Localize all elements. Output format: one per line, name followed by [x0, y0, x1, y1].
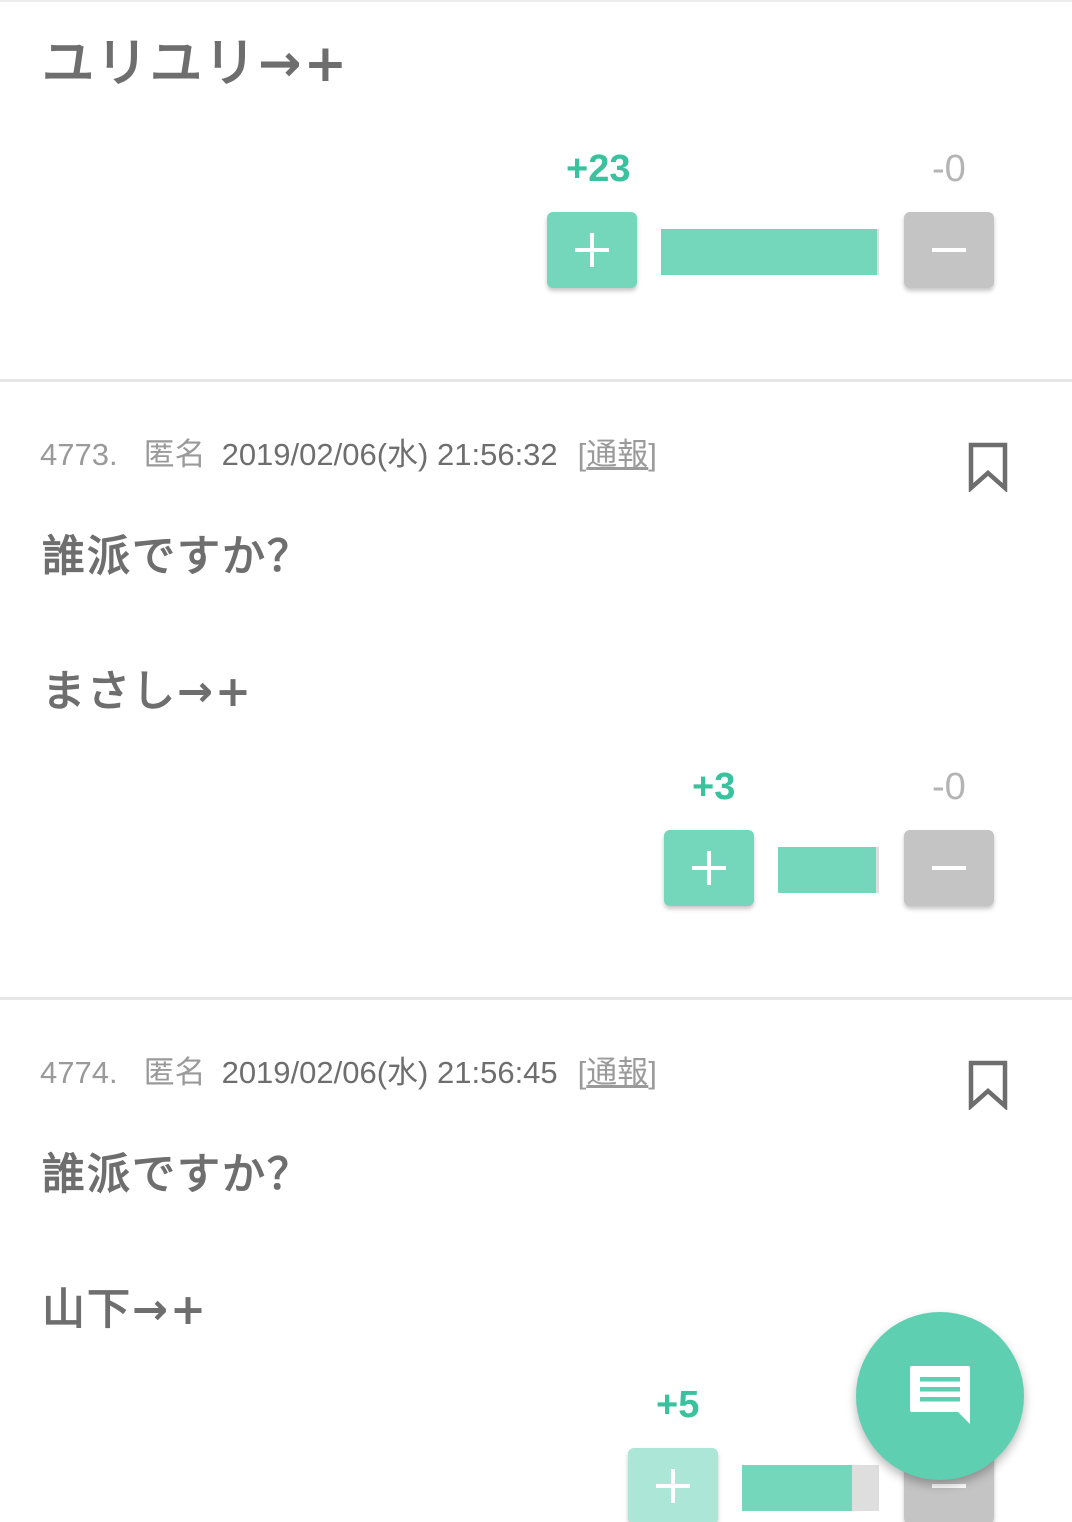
report-link[interactable]: [通報]	[578, 1053, 657, 1093]
comment-author: 匿名	[143, 1055, 206, 1090]
minus-icon	[932, 233, 966, 267]
vote-ratio-fill	[742, 1465, 852, 1511]
vote-ratio-bar	[661, 229, 879, 275]
plus-vote-button[interactable]	[664, 830, 754, 906]
vote-ratio-fill	[778, 847, 876, 893]
plus-icon	[692, 851, 726, 885]
minus-icon	[932, 851, 966, 885]
top-divider	[0, 0, 1072, 2]
comment-number: 4773.	[40, 437, 118, 472]
chat-icon	[910, 1366, 970, 1424]
plus-vote-button[interactable]	[547, 212, 637, 288]
comment-datetime: 2019/02/06(水) 21:56:45	[221, 1055, 558, 1090]
comment-body-line: 誰派ですか？	[42, 1150, 312, 1200]
plus-count: +5	[656, 1384, 700, 1426]
comment-datetime: 2019/02/06(水) 21:56:32	[221, 437, 558, 472]
comment-divider	[0, 997, 1072, 1000]
plus-count: +23	[566, 148, 631, 190]
report-link[interactable]: [通報]	[578, 435, 657, 475]
comment-thread-page: ユリユリ→+ +23 -0 4773. 匿名 2019/02/06(水) 21:…	[0, 0, 1072, 1522]
comment-body-line: ユリユリ→+	[42, 34, 350, 94]
bookmark-icon[interactable]	[968, 442, 1008, 492]
plus-count: +3	[692, 766, 736, 808]
plus-icon	[575, 233, 609, 267]
bookmark-icon[interactable]	[968, 1060, 1008, 1110]
minus-vote-button[interactable]	[904, 212, 994, 288]
vote-ratio-bar	[778, 847, 879, 893]
plus-vote-button[interactable]	[628, 1448, 718, 1522]
vote-ratio-bar	[742, 1465, 879, 1511]
plus-icon	[656, 1469, 690, 1503]
comment-body-line: 誰派ですか？	[42, 532, 312, 582]
vote-ratio-fill	[661, 229, 877, 275]
comment-divider	[0, 379, 1072, 382]
comment-number: 4774.	[40, 1055, 118, 1090]
comment-meta: 4773. 匿名 2019/02/06(水) 21:56:32 [通報]	[40, 435, 657, 475]
minus-vote-button[interactable]	[904, 830, 994, 906]
comment-body-line: 山下→+	[42, 1285, 209, 1335]
new-comment-fab[interactable]	[856, 1312, 1024, 1480]
minus-count: -0	[932, 766, 966, 808]
comment-meta: 4774. 匿名 2019/02/06(水) 21:56:45 [通報]	[40, 1053, 657, 1093]
comment-author: 匿名	[143, 437, 206, 472]
comment-body-line: まさし→+	[42, 667, 254, 717]
minus-count: -0	[932, 148, 966, 190]
